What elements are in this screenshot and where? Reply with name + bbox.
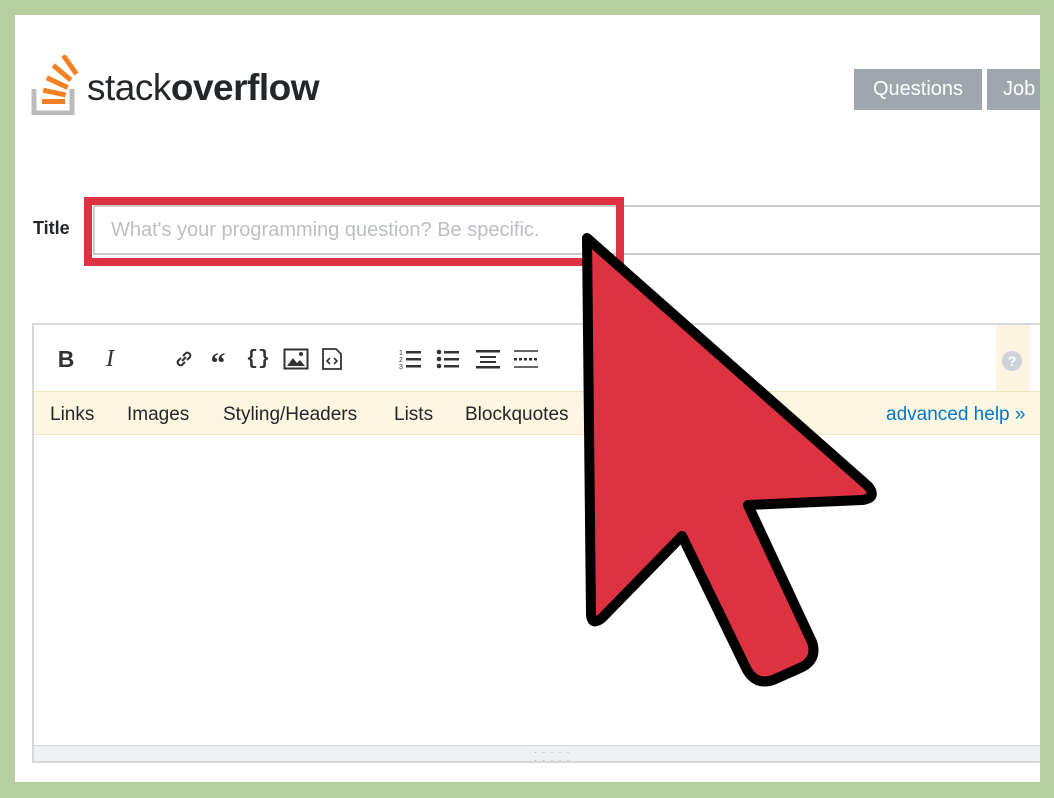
help-link-images[interactable]: Images <box>127 404 189 426</box>
editor-help-bar: Links Images Styling/Headers Lists Block… <box>34 391 1040 435</box>
blockquote-button[interactable]: “ <box>204 345 232 379</box>
svg-text:2: 2 <box>399 357 403 364</box>
grip-dots-icon: · · · · · · · · · · <box>534 747 571 766</box>
italic-button[interactable]: I <box>96 345 124 373</box>
heading-icon <box>476 350 500 369</box>
bold-button[interactable]: B <box>52 345 80 373</box>
help-link-styling-headers[interactable]: Styling/Headers <box>223 404 357 426</box>
help-link-lists[interactable]: Lists <box>394 404 433 426</box>
link-icon <box>176 351 192 367</box>
editor-help-tab[interactable]: ? <box>996 325 1030 391</box>
help-link-blockquotes[interactable]: Blockquotes <box>465 404 569 426</box>
wordmark-bold: overflow <box>170 67 320 108</box>
title-input[interactable] <box>95 207 1040 253</box>
help-link-links[interactable]: Links <box>50 404 94 426</box>
snippet-button[interactable] <box>318 345 346 373</box>
bulleted-list-icon <box>436 349 459 369</box>
site-wordmark: stackoverflow <box>87 67 320 108</box>
page-frame: stackoverflow Questions Job Title B I “ <box>15 15 1040 782</box>
code-icon: {} <box>245 347 270 371</box>
link-button[interactable] <box>170 345 198 373</box>
numbered-list-button[interactable]: 1 2 3 <box>396 345 424 373</box>
title-label: Title <box>33 218 70 238</box>
heading-button[interactable] <box>474 345 502 373</box>
svg-text:1: 1 <box>399 350 403 357</box>
question-body-textarea[interactable] <box>34 435 1040 745</box>
horizontal-rule-icon <box>514 350 538 368</box>
question-editor: B I “ {} 1 2 3 ? Links Images Styling/He… <box>32 323 1040 766</box>
wordmark-light: stack <box>87 67 171 108</box>
advanced-help-link[interactable]: advanced help » <box>886 404 1025 426</box>
title-field[interactable] <box>93 205 1040 255</box>
site-logo[interactable]: stackoverflow <box>31 55 331 117</box>
editor-toolbar: B I “ {} 1 2 3 ? <box>34 325 1040 393</box>
bulleted-list-button[interactable] <box>434 345 462 373</box>
svg-text:3: 3 <box>399 364 403 371</box>
nav-questions-button[interactable]: Questions <box>854 69 982 110</box>
code-button[interactable]: {} <box>244 345 272 373</box>
image-button[interactable] <box>282 345 310 373</box>
horizontal-rule-button[interactable] <box>512 345 540 373</box>
nav-jobs-button[interactable]: Job <box>987 69 1040 110</box>
help-icon: ? <box>1002 351 1022 371</box>
image-icon <box>283 348 309 370</box>
editor-resize-grip[interactable]: · · · · · · · · · · <box>34 745 1040 766</box>
blockquote-icon: “ <box>210 347 226 380</box>
numbered-list-icon: 1 2 3 <box>399 350 421 371</box>
stackoverflow-logo-icon <box>31 55 79 115</box>
italic-icon: I <box>106 345 114 372</box>
snippet-icon <box>322 348 342 370</box>
bold-icon: B <box>57 345 75 372</box>
